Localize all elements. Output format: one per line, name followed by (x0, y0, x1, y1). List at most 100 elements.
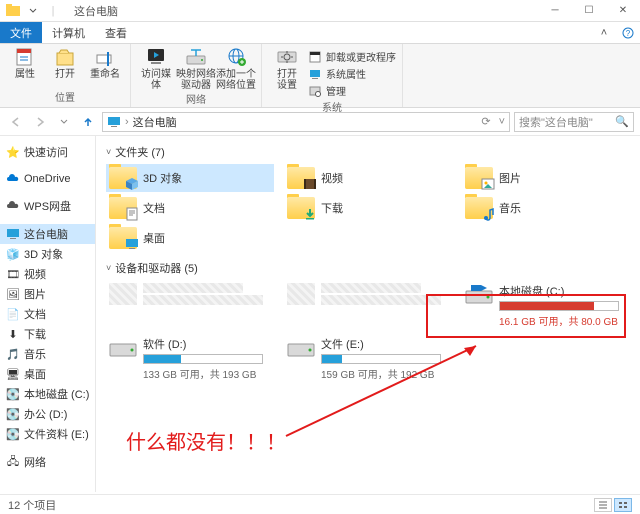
tree-wps[interactable]: WPS网盘 (0, 196, 95, 216)
network-icon: 🖧 (6, 455, 20, 469)
manage-button[interactable]: 管理 (308, 82, 396, 99)
status-count: 12 个项目 (8, 497, 56, 513)
picture-icon: 🖼 (6, 287, 20, 301)
download-icon (303, 207, 317, 221)
tree-desktop[interactable]: 🖥桌面 (0, 364, 95, 384)
folder-music[interactable]: 音乐 (462, 194, 630, 222)
ribbon-group-system: 打开 设置 卸载或更改程序 系统属性 管理 系统 (262, 44, 403, 107)
addr-dropdown-button[interactable]: ˅ (499, 116, 505, 128)
tree-documents[interactable]: 📄文档 (0, 304, 95, 324)
tree-music[interactable]: 🎵音乐 (0, 344, 95, 364)
music-icon: 🎵 (6, 347, 20, 361)
drive-icon: 💽 (6, 387, 20, 401)
folder-pictures[interactable]: 图片 (462, 164, 630, 192)
ribbon-collapse-button[interactable]: ˄ (592, 22, 616, 43)
folder-desktop[interactable]: 桌面 (106, 224, 274, 252)
map-drive-label: 映射网络 驱动器 (176, 69, 216, 91)
folder-documents[interactable]: 文档 (106, 194, 274, 222)
rename-button[interactable]: 重命名 (86, 46, 124, 80)
tree-onedrive[interactable]: OneDrive (0, 170, 95, 188)
ribbon-group-location-label: 位置 (6, 89, 124, 105)
breadcrumb[interactable]: › 这台电脑 ⟳ ˅ (102, 112, 510, 132)
nav-up-button[interactable] (78, 112, 98, 132)
ribbon-tabs: 文件 计算机 查看 ˄ ? (0, 22, 640, 44)
rename-label: 重命名 (90, 69, 120, 80)
document-icon (125, 207, 139, 221)
open-settings-button[interactable]: 打开 设置 (268, 46, 306, 91)
video-icon: 🎞 (6, 267, 20, 281)
qat-sep: | (44, 2, 62, 20)
address-bar: › 这台电脑 ⟳ ˅ 搜索"这台电脑" 🔍 (0, 108, 640, 136)
refresh-button[interactable]: ⟳ (481, 115, 490, 128)
view-details-button[interactable] (594, 498, 612, 512)
titlebar: | 这台电脑 ─ ☐ ✕ (0, 0, 640, 22)
tree-network[interactable]: 🖧网络 (0, 452, 95, 472)
tree-this-pc[interactable]: 这台电脑 (0, 224, 95, 244)
ribbon-group-location: 属性 打开 重命名 位置 (0, 44, 131, 107)
access-media-button[interactable]: 访问媒体 (137, 46, 175, 91)
folder-3d-objects[interactable]: 3D 对象 (106, 164, 274, 192)
uninstall-button[interactable]: 卸载或更改程序 (308, 48, 396, 65)
folder-videos[interactable]: 视频 (284, 164, 452, 192)
qat-dropdown-icon[interactable] (24, 2, 42, 20)
tree-pictures[interactable]: 🖼图片 (0, 284, 95, 304)
add-network-label: 添加一个 网络位置 (216, 69, 256, 91)
ribbon-group-network: 访问媒体 映射网络 驱动器 添加一个 网络位置 网络 (131, 44, 262, 107)
tree-downloads[interactable]: ⬇下载 (0, 324, 95, 344)
star-icon: ⭐ (6, 145, 20, 159)
folder-downloads[interactable]: 下载 (284, 194, 452, 222)
tab-file[interactable]: 文件 (0, 22, 42, 43)
properties-label: 属性 (15, 69, 35, 80)
search-input[interactable]: 搜索"这台电脑" 🔍 (514, 112, 634, 132)
tree-drive-c[interactable]: 💽本地磁盘 (C:) (0, 384, 95, 404)
breadcrumb-location[interactable]: 这台电脑 (133, 114, 177, 130)
drives-header[interactable]: ˅设备和驱动器 (5) (106, 260, 630, 276)
folders-header[interactable]: ˅文件夹 (7) (106, 144, 630, 160)
tab-view[interactable]: 查看 (95, 22, 137, 43)
open-button[interactable]: 打开 (46, 46, 84, 80)
tree-drive-d[interactable]: 💽办公 (D:) (0, 404, 95, 424)
ribbon-group-network-label: 网络 (137, 91, 255, 107)
nav-forward-button[interactable] (30, 112, 50, 132)
drive-pixelated-1[interactable] (106, 280, 274, 331)
download-icon: ⬇ (6, 327, 20, 341)
close-button[interactable]: ✕ (606, 0, 640, 22)
tree-3d-objects[interactable]: 🧊3D 对象 (0, 244, 95, 264)
view-icons-button[interactable] (614, 498, 632, 512)
cube-icon (125, 177, 139, 191)
map-drive-button[interactable]: 映射网络 驱动器 (177, 46, 215, 91)
maximize-button[interactable]: ☐ (572, 0, 606, 22)
tree-quick-access[interactable]: ⭐快速访问 (0, 142, 95, 162)
nav-tree[interactable]: ⭐快速访问 OneDrive WPS网盘 这台电脑 🧊3D 对象 🎞视频 🖼图片… (0, 136, 96, 492)
annotation-box (426, 294, 626, 338)
help-button[interactable]: ? (616, 22, 640, 43)
svg-text:?: ? (626, 29, 631, 38)
film-icon (303, 177, 317, 191)
drive-icon: 💽 (6, 407, 20, 421)
cloud-icon (6, 172, 20, 186)
open-settings-label: 打开 设置 (277, 69, 297, 91)
chevron-down-icon: ˅ (106, 263, 111, 273)
music-icon (481, 207, 495, 221)
tree-drive-e[interactable]: 💽文件资料 (E:) (0, 424, 95, 444)
window-title: 这台电脑 (74, 3, 118, 19)
add-network-button[interactable]: 添加一个 网络位置 (217, 46, 255, 91)
uninstall-label: 卸载或更改程序 (326, 49, 396, 64)
cube-icon: 🧊 (6, 247, 20, 261)
minimize-button[interactable]: ─ (538, 0, 572, 22)
system-props-button[interactable]: 系统属性 (308, 65, 396, 82)
tree-videos[interactable]: 🎞视频 (0, 264, 95, 284)
drive-icon: 💽 (6, 427, 20, 441)
system-props-label: 系统属性 (326, 66, 366, 81)
tab-computer[interactable]: 计算机 (42, 22, 95, 43)
annotation-text: 什么都没有！！！ (126, 426, 286, 455)
pc-icon (107, 115, 121, 129)
desktop-icon: 🖥 (6, 367, 20, 381)
pc-icon (6, 227, 20, 241)
drive-icon (109, 336, 137, 358)
content-pane[interactable]: ˅文件夹 (7) 3D 对象 视频 图片 文档 下载 音乐 桌面 ˅设备和驱动器… (96, 136, 640, 492)
drive-d[interactable]: 软件 (D:)133 GB 可用，共 193 GB (106, 333, 274, 384)
nav-recent-button[interactable] (54, 112, 74, 132)
properties-button[interactable]: 属性 (6, 46, 44, 80)
nav-back-button[interactable] (6, 112, 26, 132)
